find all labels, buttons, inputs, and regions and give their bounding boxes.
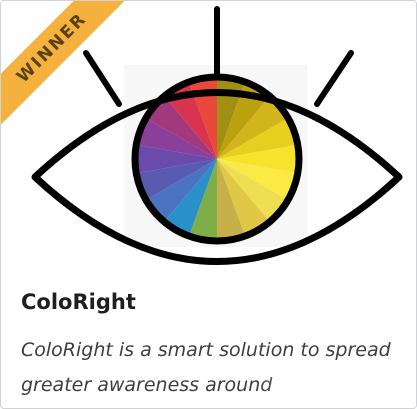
- eye-color-wheel-icon: [31, 6, 403, 265]
- eyelash-right: [314, 50, 354, 107]
- project-title[interactable]: ColoRight: [21, 288, 136, 316]
- project-description: ColoRight is a smart solution to spread …: [21, 339, 391, 396]
- eyelash-left: [83, 50, 122, 107]
- project-thumbnail[interactable]: WINNER: [1, 1, 416, 271]
- project-card[interactable]: WINNER ColoRight ColoRight is a smart so…: [0, 0, 417, 409]
